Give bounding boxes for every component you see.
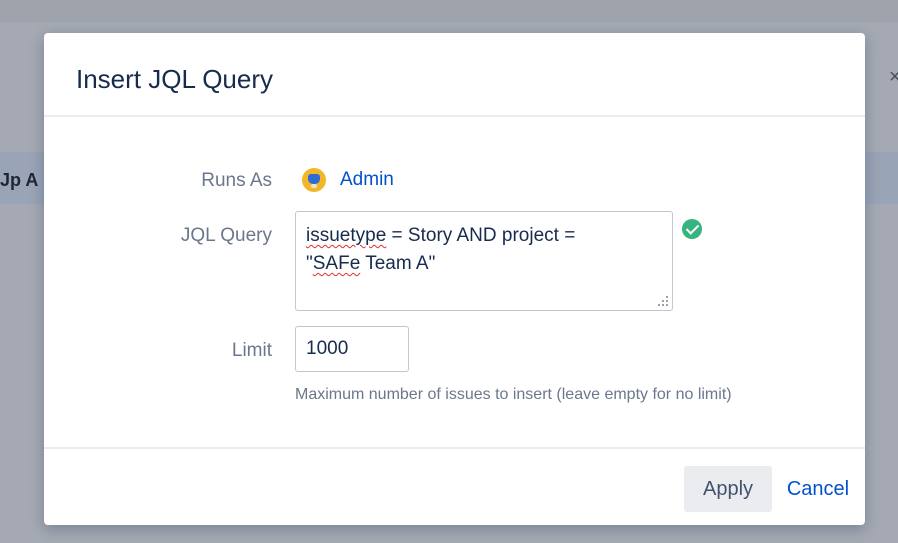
jql-query-label: JQL Query [180,225,272,246]
limit-help-text: Maximum number of issues to insert (leav… [295,386,732,403]
apply-button[interactable]: Apply [684,466,772,512]
background-close-icon: × [889,66,898,88]
jql-quote-open: " [306,253,313,274]
insert-jql-dialog: Insert JQL Query Runs As Admin JQL Query… [44,33,865,525]
cancel-button[interactable]: Cancel [778,466,858,512]
resize-handle-icon[interactable] [658,296,668,306]
jql-word-safe: SAFe [312,253,361,274]
background-column-label: Jp A [0,170,39,190]
jql-text-part2: Team A" [360,253,436,274]
user-avatar-icon [302,168,326,192]
dialog-title: Insert JQL Query [76,64,273,94]
jql-text-part1: = Story AND project = [386,225,576,246]
jql-word-issuetype: issuetype [306,225,387,246]
dialog-header: Insert JQL Query [44,33,865,117]
limit-label: Limit [231,340,272,361]
check-circle-icon [682,219,702,239]
runs-as-label: Runs As [201,170,272,191]
background-header [0,0,898,22]
jql-query-textarea[interactable]: issuetype = Story AND project = "SAFe Te… [295,211,673,311]
limit-input[interactable] [295,326,409,372]
runs-as-user: Admin [302,168,394,192]
admin-user-link[interactable]: Admin [340,169,394,191]
